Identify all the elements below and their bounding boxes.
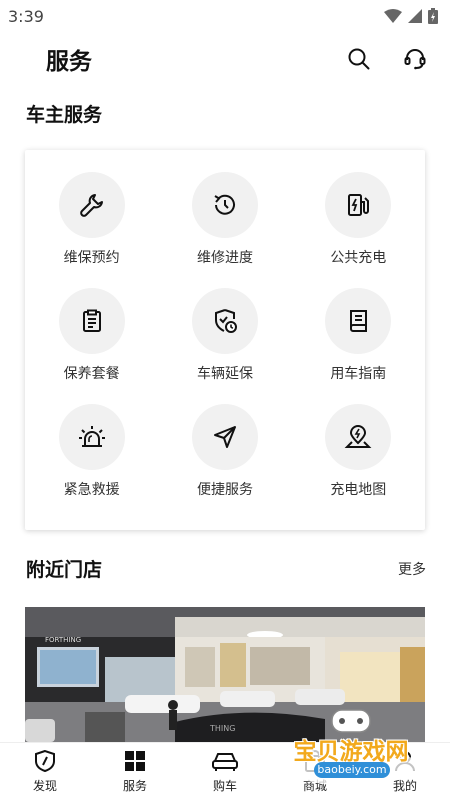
customer-service-button[interactable]: [402, 46, 428, 72]
shield-clock-icon: [214, 309, 237, 333]
tab-label: 购车: [212, 779, 237, 793]
page-title: 服务: [46, 49, 92, 75]
clipboard-icon: [82, 309, 101, 332]
service-label: 紧急救援: [63, 482, 120, 498]
header: 服务: [0, 36, 450, 82]
service-icon-circle: [58, 404, 125, 470]
service-icon-circle: [191, 404, 258, 470]
car-icon: [212, 753, 238, 771]
search-icon: [348, 48, 370, 70]
more-link[interactable]: 更多: [398, 559, 426, 579]
service-label: 充电地图: [330, 482, 387, 498]
showroom-image: FORTHING THING: [25, 607, 425, 742]
book-icon: [350, 310, 368, 332]
tab-label: 发现: [32, 779, 57, 793]
service-label: 车辆延保: [196, 366, 253, 382]
service-charging-map[interactable]: 充电地图: [292, 404, 425, 520]
charging-station-icon: [348, 194, 370, 216]
service-icon-circle: [325, 288, 392, 354]
headset-icon: [404, 49, 426, 70]
service-label: 便捷服务: [196, 482, 253, 498]
store-photo[interactable]: FORTHING THING: [25, 607, 425, 742]
service-label: 用车指南: [330, 366, 387, 382]
status-icons: [384, 8, 438, 24]
tab-service[interactable]: 服务: [100, 749, 170, 794]
tab-buy-car[interactable]: 购车: [190, 749, 260, 794]
service-convenient[interactable]: 便捷服务: [158, 404, 291, 520]
map-pin-bolt-icon: [344, 425, 372, 448]
send-icon: [213, 426, 236, 448]
tab-label: 商城: [302, 779, 327, 793]
bottom-tab-bar: 发现 服务 购车 商城 我的: [0, 742, 450, 800]
owner-services-card: 维保预约 维修进度 公共充电 保养套餐 车辆延保 用车指南 紧急救援 便捷服务 …: [25, 150, 425, 530]
user-icon: [395, 751, 415, 772]
service-icon-circle: [325, 404, 392, 470]
service-public-charging[interactable]: 公共充电: [292, 172, 425, 288]
nearby-stores-title: 附近门店: [26, 559, 103, 581]
showroom-sign-desk: THING: [209, 724, 235, 733]
service-maintenance-package[interactable]: 保养套餐: [25, 288, 158, 404]
service-car-guide[interactable]: 用车指南: [292, 288, 425, 404]
alarm-light-icon: [78, 426, 105, 447]
history-icon: [214, 194, 235, 215]
service-extended-warranty[interactable]: 车辆延保: [158, 288, 291, 404]
wrench-icon: [79, 194, 103, 217]
service-maintenance-booking[interactable]: 维保预约: [25, 172, 158, 288]
header-actions: [346, 46, 428, 72]
status-bar: 3:39: [0, 0, 450, 32]
service-label: 维保预约: [63, 250, 120, 266]
service-icon-circle: [325, 172, 392, 238]
wifi-icon: [384, 9, 402, 23]
grid-icon: [125, 751, 145, 771]
tab-mall[interactable]: 商城: [280, 749, 350, 794]
bag-icon: [305, 750, 325, 772]
service-icon-circle: [58, 288, 125, 354]
search-button[interactable]: [346, 46, 372, 72]
owner-services-title: 车主服务: [26, 104, 103, 126]
service-label: 公共充电: [330, 250, 387, 266]
signal-icon: [408, 9, 422, 23]
tab-label: 我的: [392, 779, 417, 793]
service-icon-circle: [191, 288, 258, 354]
tab-mine[interactable]: 我的: [370, 749, 440, 794]
showroom-sign-left: FORTHING: [45, 636, 81, 644]
service-repair-progress[interactable]: 维修进度: [158, 172, 291, 288]
service-label: 维修进度: [196, 250, 253, 266]
service-label: 保养套餐: [63, 366, 120, 382]
status-time: 3:39: [8, 6, 44, 26]
shield-icon: [35, 749, 55, 773]
service-icon-circle: [58, 172, 125, 238]
tab-discover[interactable]: 发现: [10, 749, 80, 794]
tab-label: 服务: [122, 779, 147, 793]
service-emergency-rescue[interactable]: 紧急救援: [25, 404, 158, 520]
battery-icon: [428, 8, 438, 24]
service-icon-circle: [191, 172, 258, 238]
nearby-stores-header: 附近门店 更多: [26, 555, 426, 582]
